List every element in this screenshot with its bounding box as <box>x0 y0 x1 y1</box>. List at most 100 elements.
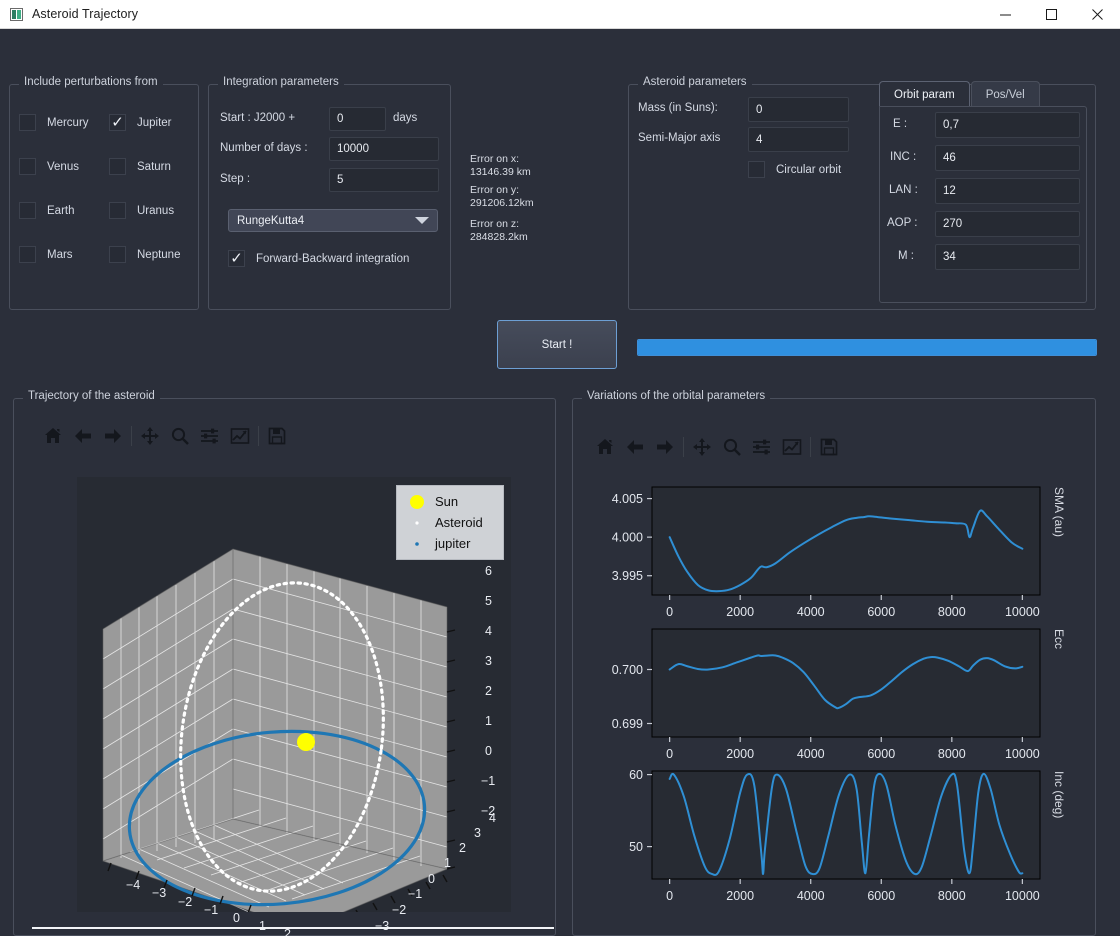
integrator-method-value: RungeKutta4 <box>237 214 305 227</box>
checkbox-label: Jupiter <box>137 116 172 129</box>
home-icon[interactable] <box>38 421 68 451</box>
checkbox-venus[interactable]: Venus <box>19 158 79 175</box>
error-y: Error on y: 291206.12km <box>470 184 534 210</box>
checkbox-box[interactable] <box>109 246 126 263</box>
error-x-label: Error on x: <box>470 153 520 165</box>
axis-curve-icon[interactable] <box>225 421 255 451</box>
zoom-magnifier-icon[interactable] <box>717 432 747 462</box>
chart-inc[interactable]: 50 60 0 2000 4000 6000 8000 10000 Inc (deg) <box>590 761 1090 909</box>
trajectory-slider-track[interactable] <box>32 927 554 929</box>
x-tick-label: 2000 <box>726 747 754 761</box>
checkbox-box[interactable] <box>109 202 126 219</box>
forward-arrow-icon[interactable] <box>98 421 128 451</box>
y-tick-label: 4.000 <box>612 531 643 545</box>
checkbox-box[interactable]: ✓ <box>109 114 126 131</box>
minimize-button[interactable] <box>982 0 1028 29</box>
y-tick-label: 3.995 <box>612 569 643 583</box>
x-tick-label: 8000 <box>938 605 966 619</box>
save-floppy-icon[interactable] <box>814 432 844 462</box>
maximize-button[interactable] <box>1028 0 1074 29</box>
chart-sma[interactable]: 3.995 4.000 4.005 0 2000 4000 6000 8000 10000 SMA… <box>590 477 1090 625</box>
x-tick-label: 10000 <box>1005 889 1040 903</box>
x-tick-label: 6000 <box>867 747 895 761</box>
checkbox-label: Uranus <box>137 204 175 217</box>
error-z-value: 284828.2km <box>470 231 528 243</box>
sun-marker <box>297 733 315 751</box>
pan-move-icon[interactable] <box>687 432 717 462</box>
m-input[interactable]: 34 <box>935 244 1080 270</box>
window-titlebar: Asteroid Trajectory <box>0 0 1120 29</box>
checkbox-box[interactable] <box>19 158 36 175</box>
x-tick-label: 0 <box>666 747 673 761</box>
m-label: M : <box>898 250 914 262</box>
legend-label: jupiter <box>435 536 471 551</box>
step-input[interactable]: 5 <box>329 168 439 192</box>
toolbar-separator <box>683 437 684 457</box>
checkbox-label: Neptune <box>137 248 181 261</box>
subplot-sliders-icon[interactable] <box>747 432 777 462</box>
inc-label: INC : <box>890 151 917 163</box>
chevron-down-icon[interactable] <box>415 217 429 224</box>
lan-input[interactable]: 12 <box>935 178 1080 204</box>
y-tick-m2: −2 <box>392 903 407 917</box>
checkbox-neptune[interactable]: Neptune <box>109 246 180 263</box>
x-tick-label: 4000 <box>797 747 825 761</box>
checkbox-box[interactable] <box>19 202 36 219</box>
checkbox-box[interactable] <box>748 161 765 178</box>
y-tick-label: 60 <box>629 768 643 782</box>
aop-input[interactable]: 270 <box>935 211 1080 237</box>
z-tick-4: 4 <box>485 624 492 638</box>
inc-input[interactable]: 46 <box>935 145 1080 171</box>
checkbox-jupiter[interactable]: ✓ Jupiter <box>109 114 172 131</box>
pan-move-icon[interactable] <box>135 421 165 451</box>
perturbations-title: Include perturbations from <box>19 76 163 88</box>
toolbar-separator <box>131 426 132 446</box>
checkbox-uranus[interactable]: Uranus <box>109 202 174 219</box>
tab-pos-vel[interactable]: Pos/Vel <box>970 81 1040 107</box>
z-tick-5: 5 <box>485 594 492 608</box>
semi-major-axis-input[interactable]: 4 <box>748 127 849 152</box>
x-tick-label: 4000 <box>797 605 825 619</box>
checkbox-label: Mercury <box>47 116 89 129</box>
number-of-days-input[interactable]: 10000 <box>329 137 439 161</box>
back-arrow-icon[interactable] <box>68 421 98 451</box>
checkbox-forward-backward[interactable]: ✓ Forward-Backward integration <box>228 250 409 267</box>
y-tick-m3: −3 <box>375 919 390 933</box>
back-arrow-icon[interactable] <box>620 432 650 462</box>
home-icon[interactable] <box>590 432 620 462</box>
checkbox-mars[interactable]: Mars <box>19 246 73 263</box>
e-input[interactable]: 0,7 <box>935 112 1080 138</box>
y-tick-0: 0 <box>428 872 435 886</box>
y-tick-1: 1 <box>444 856 451 870</box>
checkbox-earth[interactable]: Earth <box>19 202 75 219</box>
integrator-method-select[interactable]: RungeKutta4 <box>228 209 438 232</box>
start-input[interactable]: 0 <box>329 107 386 131</box>
plot-background <box>651 486 1041 596</box>
checkbox-circular-orbit[interactable]: Circular orbit <box>748 161 841 178</box>
start-button[interactable]: Start ! <box>497 320 617 369</box>
progress-bar <box>637 339 1097 356</box>
axis-curve-icon[interactable] <box>777 432 807 462</box>
chart-ecc[interactable]: 0.699 0.700 0 2000 4000 6000 8000 10000 Ecc <box>590 619 1090 767</box>
checkbox-box[interactable] <box>109 158 126 175</box>
asteroid-parameters-title: Asteroid parameters <box>638 76 752 88</box>
save-floppy-icon[interactable] <box>262 421 292 451</box>
checkbox-saturn[interactable]: Saturn <box>109 158 171 175</box>
checkbox-box[interactable]: ✓ <box>228 250 245 267</box>
checkbox-mercury[interactable]: Mercury <box>19 114 89 131</box>
tab-orbit-param[interactable]: Orbit param <box>879 81 970 107</box>
zoom-magnifier-icon[interactable] <box>165 421 195 451</box>
close-button[interactable] <box>1074 0 1120 29</box>
checkbox-box[interactable] <box>19 246 36 263</box>
mass-input[interactable]: 0 <box>748 97 849 122</box>
window-title: Asteroid Trajectory <box>32 7 139 21</box>
check-glyph: ✓ <box>111 113 124 131</box>
plot-background <box>651 770 1041 880</box>
error-x: Error on x: 13146.39 km <box>470 153 531 179</box>
mass-label: Mass (in Suns): <box>638 102 718 114</box>
z-tick-m1: −1 <box>481 774 496 788</box>
forward-arrow-icon[interactable] <box>650 432 680 462</box>
checkbox-box[interactable] <box>19 114 36 131</box>
checkbox-label: Mars <box>47 248 73 261</box>
subplot-sliders-icon[interactable] <box>195 421 225 451</box>
